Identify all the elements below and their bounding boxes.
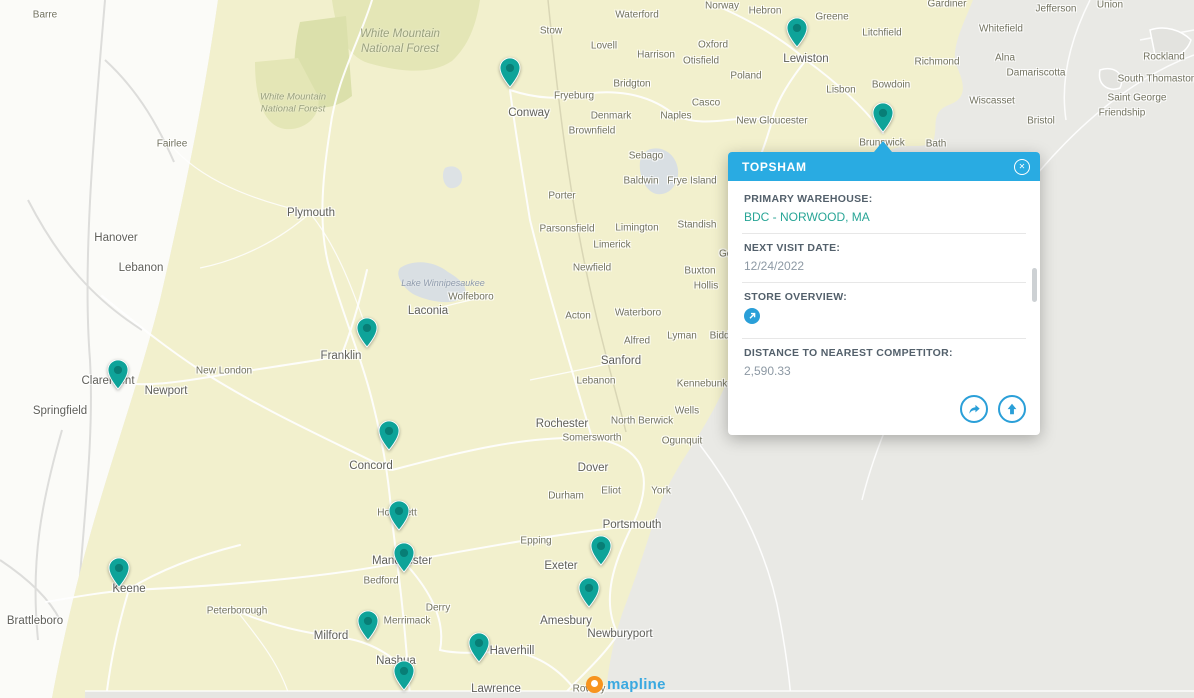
close-icon[interactable]: ✕ — [1014, 159, 1030, 175]
field-value: 2,590.33 — [744, 364, 1024, 378]
map-pin[interactable] — [578, 577, 600, 608]
field-value: 12/24/2022 — [744, 259, 1024, 273]
map-application: BarreStowWaterfordNorwayHebronGreeneGard… — [0, 0, 1194, 698]
share-arrow-icon — [967, 402, 982, 417]
popup-footer — [728, 387, 1040, 435]
map-pin[interactable] — [468, 632, 490, 663]
popup-title: TOPSHAM — [742, 160, 807, 174]
map-pin[interactable] — [107, 359, 129, 390]
map-pin[interactable] — [499, 57, 521, 88]
locate-button[interactable] — [998, 395, 1026, 423]
up-arrow-icon — [1005, 402, 1019, 416]
map-pin[interactable] — [786, 17, 808, 48]
field-label: PRIMARY WAREHOUSE: — [744, 193, 1024, 205]
map-pin[interactable] — [590, 535, 612, 566]
popup-pointer — [874, 141, 892, 152]
popup-field: DISTANCE TO NEAREST COMPETITOR: 2,590.33 — [728, 339, 1040, 387]
popup-header: TOPSHAM ✕ — [728, 152, 1040, 181]
field-label: DISTANCE TO NEAREST COMPETITOR: — [744, 347, 1024, 359]
external-link-icon[interactable] — [744, 308, 760, 324]
popup-field: NEXT VISIT DATE: 12/24/2022 — [728, 234, 1040, 282]
field-value: BDC - NORWOOD, MA — [744, 210, 1024, 224]
map-pin[interactable] — [108, 557, 130, 588]
share-button[interactable] — [960, 395, 988, 423]
field-label: STORE OVERVIEW: — [744, 291, 1024, 303]
popup-body: PRIMARY WAREHOUSE: BDC - NORWOOD, MA NEXT … — [728, 181, 1040, 387]
map-pin[interactable] — [393, 542, 415, 573]
map-pin[interactable] — [357, 610, 379, 641]
location-popup: TOPSHAM ✕ PRIMARY WAREHOUSE: BDC - NORWOO… — [728, 152, 1040, 435]
mapline-logo-icon — [586, 676, 603, 693]
popup-field: STORE OVERVIEW: — [728, 283, 1040, 338]
map-pin[interactable] — [393, 660, 415, 691]
mapline-watermark: mapline — [586, 676, 666, 693]
map-pin[interactable] — [388, 500, 410, 531]
map-pin[interactable] — [872, 102, 894, 133]
popup-scrollbar[interactable] — [1032, 268, 1037, 302]
field-label: NEXT VISIT DATE: — [744, 242, 1024, 254]
popup-field: PRIMARY WAREHOUSE: BDC - NORWOOD, MA — [728, 185, 1040, 233]
mapline-logo-text: mapline — [607, 676, 666, 693]
map-pin[interactable] — [356, 317, 378, 348]
map-pin[interactable] — [378, 420, 400, 451]
